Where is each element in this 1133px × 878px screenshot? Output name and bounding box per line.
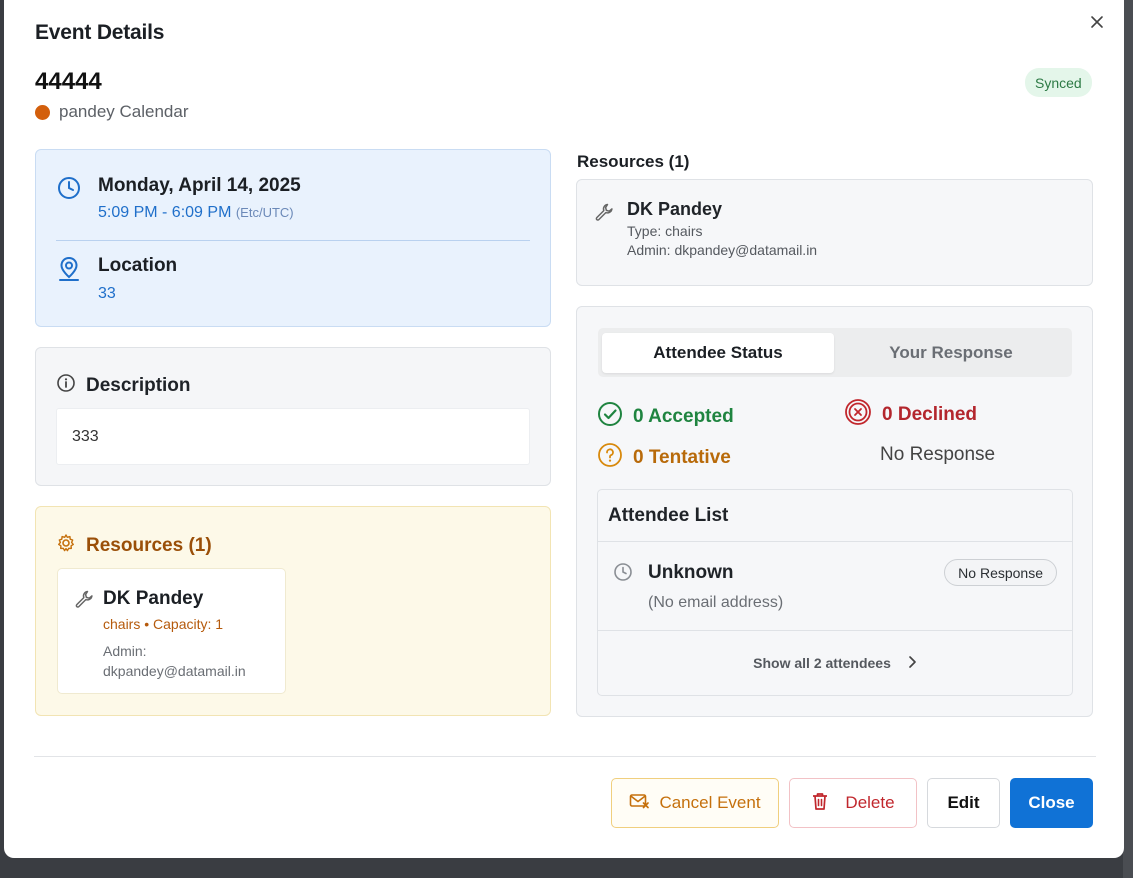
close-icon[interactable] — [1085, 10, 1109, 34]
attendee-list: Attendee List Unknown (No email address)… — [597, 489, 1073, 696]
trash-icon — [811, 791, 829, 816]
description-text: 333 — [56, 408, 530, 465]
stat-tentative: 0 Tentative — [597, 442, 731, 474]
declined-count: 0 Declined — [882, 404, 978, 425]
resource-summary-card: DK Pandey Type: chairs Admin: dkpandey@d… — [576, 179, 1093, 286]
question-circle-icon — [597, 442, 623, 474]
show-all-attendees-button[interactable]: Show all 2 attendees — [598, 631, 1072, 695]
stat-no-response: No Response — [880, 444, 996, 465]
datetime-card: Monday, April 14, 2025 5:09 PM - 6:09 PM… — [35, 149, 551, 327]
tab-attendee-status[interactable]: Attendee Status — [602, 333, 834, 373]
chevron-right-icon — [907, 655, 917, 672]
location-pin-icon — [56, 255, 82, 303]
gear-icon — [56, 533, 76, 558]
info-icon — [56, 373, 76, 398]
description-header: Description — [56, 373, 191, 398]
attendee-name: Unknown — [648, 562, 734, 583]
description-card: Description 333 — [35, 347, 551, 486]
calendar-color-dot — [35, 104, 50, 120]
resource-type: Type: chairs — [627, 223, 703, 239]
modal-backdrop — [1123, 0, 1133, 878]
resource-admin: Admin: dkpandey@datamail.in — [627, 242, 818, 258]
resource-meta: chairs • Capacity: 1 — [103, 616, 224, 632]
close-button[interactable]: Close — [1010, 778, 1093, 828]
attendees-card: Attendee Status Your Response 0 Accepted… — [576, 306, 1093, 717]
resources-label: Resources (1) — [86, 534, 212, 556]
attendee-list-title: Attendee List — [598, 490, 1072, 542]
calendar-name: pandey Calendar — [59, 102, 189, 121]
check-circle-icon — [597, 401, 623, 433]
edit-button[interactable]: Edit — [927, 778, 1000, 828]
location-value: 33 — [98, 285, 116, 302]
attendee-tabs: Attendee Status Your Response — [598, 328, 1072, 377]
event-title: 44444 — [35, 68, 102, 95]
tentative-count: 0 Tentative — [633, 447, 731, 468]
divider — [56, 240, 530, 241]
show-all-label: Show all 2 attendees — [753, 655, 891, 671]
description-label: Description — [86, 374, 191, 396]
event-time-range: 5:09 PM - 6:09 PM — [98, 204, 232, 221]
date-row: Monday, April 14, 2025 5:09 PM - 6:09 PM… — [56, 175, 301, 222]
stat-accepted: 0 Accepted — [597, 401, 734, 433]
clock-icon — [613, 562, 633, 587]
tab-your-response[interactable]: Your Response — [834, 333, 1068, 373]
accepted-count: 0 Accepted — [633, 406, 734, 427]
resource-name: DK Pandey — [627, 199, 723, 219]
footer-divider — [34, 756, 1096, 757]
cancel-event-label: Cancel Event — [659, 793, 761, 812]
resources-header: Resources (1) — [56, 533, 212, 558]
resources-card: Resources (1) DK Pandey chairs • Capacit… — [35, 506, 551, 716]
attendee-row: Unknown (No email address) No Response — [598, 542, 1072, 631]
resource-name: DK Pandey — [103, 588, 204, 609]
event-details-modal: Event Details 44444 pandey Calendar Sync… — [4, 0, 1124, 858]
location-label: Location — [98, 255, 178, 276]
mail-x-icon — [629, 792, 650, 815]
location-row: Location 33 — [56, 255, 177, 303]
resource-admin: Admin: dkpandey@datamail.in — [103, 643, 246, 679]
resources-right-title: Resources (1) — [577, 152, 690, 171]
modal-title: Event Details — [35, 21, 165, 44]
cancel-event-button[interactable]: Cancel Event — [611, 778, 779, 828]
wrench-icon — [594, 202, 614, 227]
event-date: Monday, April 14, 2025 — [98, 175, 301, 196]
event-time: 5:09 PM - 6:09 PM (Etc/UTC) — [98, 204, 301, 222]
stat-declined: 0 Declined — [844, 398, 977, 432]
x-circle-icon — [844, 398, 872, 432]
resource-item: DK Pandey chairs • Capacity: 1 Admin: dk… — [57, 568, 286, 694]
clock-icon — [56, 175, 82, 222]
attendee-status-badge: No Response — [944, 559, 1057, 586]
sync-status-badge: Synced — [1025, 68, 1092, 97]
delete-button[interactable]: Delete — [789, 778, 917, 828]
calendar-info: pandey Calendar — [35, 102, 188, 122]
wrench-icon — [74, 589, 94, 614]
attendee-email: (No email address) — [648, 594, 784, 611]
event-timezone: (Etc/UTC) — [235, 205, 294, 220]
delete-label: Delete — [845, 793, 895, 812]
